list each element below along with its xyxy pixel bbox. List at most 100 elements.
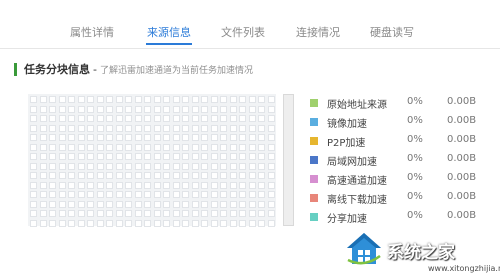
block-cell <box>210 143 218 151</box>
block-cell <box>87 172 94 179</box>
block-cell <box>210 115 218 122</box>
block-cell <box>68 219 75 227</box>
block-cell <box>106 210 113 217</box>
grid-scrollbar[interactable] <box>283 94 294 226</box>
block-cell <box>49 96 56 103</box>
block-cell <box>201 162 208 170</box>
block-cell <box>115 162 123 170</box>
section-title: 任务分块信息 <box>24 63 90 76</box>
legend-swatch <box>310 194 318 202</box>
block-cell <box>77 143 85 151</box>
block-cell <box>96 200 104 208</box>
block-cell <box>229 200 237 208</box>
block-cell <box>58 200 66 208</box>
block-cell <box>172 210 180 217</box>
tab-file-list[interactable]: 文件列表 <box>221 24 265 40</box>
block-cell <box>210 210 218 217</box>
block-cell <box>87 219 94 227</box>
block-cell <box>258 143 265 151</box>
block-cell <box>58 191 66 198</box>
tab-disk-io[interactable]: 硬盘读写 <box>370 24 414 40</box>
block-cell <box>220 219 227 227</box>
tab-properties[interactable]: 属性详情 <box>70 24 114 40</box>
block-cell <box>210 105 218 113</box>
block-cell <box>201 153 208 160</box>
block-cell <box>153 96 161 103</box>
block-cell <box>49 172 56 179</box>
block-cell <box>239 96 246 103</box>
block-cell <box>239 219 246 227</box>
block-cell <box>106 115 113 122</box>
block-cell <box>96 96 104 103</box>
block-cell <box>77 134 85 141</box>
legend-swatch <box>310 99 318 107</box>
section-subtitle: 了解迅雷加速通道为当前任务加速情况 <box>99 65 253 76</box>
block-cell <box>49 181 56 189</box>
block-cell <box>134 172 142 179</box>
block-cell <box>144 181 151 189</box>
block-cell <box>191 134 199 141</box>
block-cell <box>115 172 123 179</box>
block-cell <box>87 96 94 103</box>
section-title-marker <box>14 62 17 76</box>
block-cell <box>96 219 104 227</box>
block-cell <box>58 172 66 179</box>
block-cell <box>87 134 94 141</box>
block-cell <box>39 162 47 170</box>
block-cell <box>144 143 151 151</box>
block-cell <box>134 134 142 141</box>
block-cell <box>58 115 66 122</box>
watermark: 系统之家 www.xitongzhijia.net <box>345 228 500 277</box>
watermark-name: 系统之家 <box>387 243 455 263</box>
block-cell <box>115 124 123 132</box>
block-cell <box>267 105 275 113</box>
legend-percent: 0% <box>407 115 423 126</box>
block-cell <box>172 105 180 113</box>
block-cell <box>220 162 227 170</box>
block-cell <box>258 124 265 132</box>
block-cell <box>125 153 132 160</box>
block-cell <box>229 96 237 103</box>
block-cell <box>125 172 132 179</box>
block-cell <box>144 115 151 122</box>
block-cell <box>153 124 161 132</box>
block-cell <box>248 200 256 208</box>
block-cell <box>58 143 66 151</box>
block-cell <box>267 153 275 160</box>
block-cell <box>30 181 37 189</box>
block-cell <box>49 105 56 113</box>
block-cell <box>30 96 37 103</box>
legend-percent: 0% <box>407 96 423 107</box>
block-cell <box>258 105 265 113</box>
block-cell <box>172 134 180 141</box>
block-cell <box>30 105 37 113</box>
block-cell <box>210 124 218 132</box>
block-cell <box>144 134 151 141</box>
block-cell <box>106 219 113 227</box>
block-cell <box>229 191 237 198</box>
block-cell <box>125 105 132 113</box>
block-cell <box>258 115 265 122</box>
legend-label: 原始地址来源 <box>327 100 387 111</box>
block-cell <box>182 210 189 217</box>
block-cell <box>87 143 94 151</box>
legend-size: 0.00B <box>447 210 477 221</box>
block-cell <box>144 105 151 113</box>
block-cell <box>30 191 37 198</box>
block-cell <box>144 153 151 160</box>
block-cell <box>267 200 275 208</box>
legend-label: 分享加速 <box>327 214 367 225</box>
block-cell <box>163 191 170 198</box>
tab-connections[interactable]: 连接情况 <box>296 24 340 40</box>
block-cell <box>144 191 151 198</box>
block-cell <box>49 162 56 170</box>
block-cell <box>115 200 123 208</box>
block-cell <box>125 200 132 208</box>
block-cell <box>229 153 237 160</box>
block-cell <box>77 153 85 160</box>
tab-source-info[interactable]: 来源信息 <box>147 24 191 40</box>
block-cell <box>77 124 85 132</box>
block-cell <box>172 153 180 160</box>
block-cell <box>115 143 123 151</box>
block-cell <box>248 210 256 217</box>
